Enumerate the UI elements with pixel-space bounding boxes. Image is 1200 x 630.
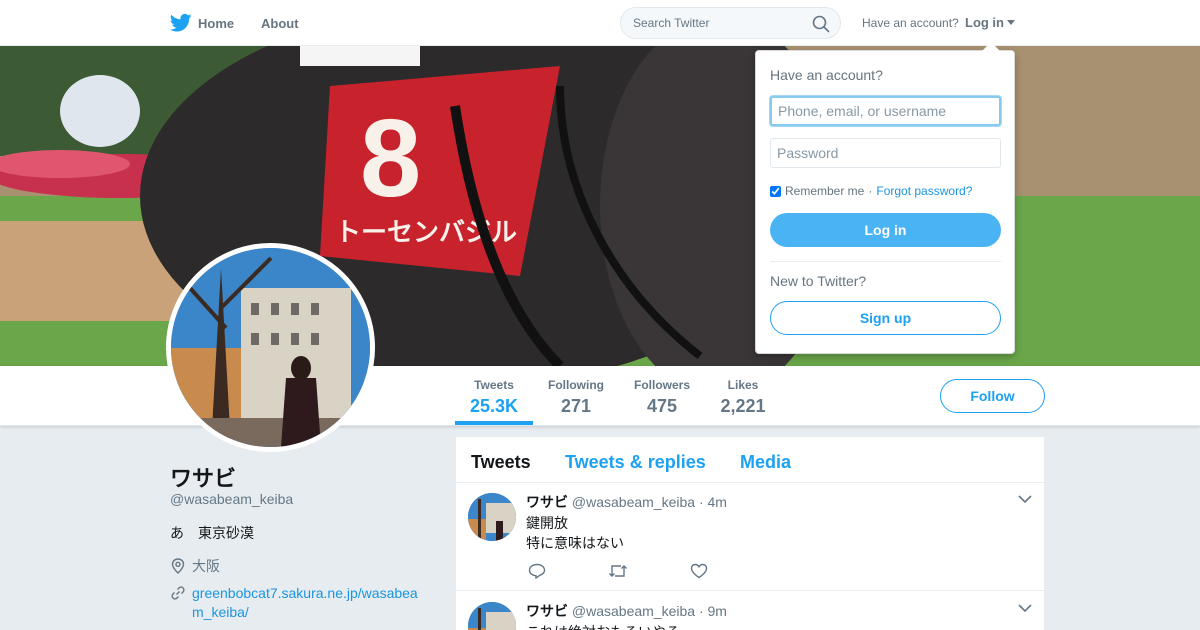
like-icon[interactable] [690, 563, 708, 579]
twitter-bird-icon [170, 13, 192, 32]
forgot-password-link[interactable]: Forgot password? [876, 184, 972, 198]
profile-url[interactable]: greenbobcat7.sakura.ne.jp/wasabeam_keiba… [170, 584, 428, 622]
stat-likes[interactable]: Likes 2,221 [720, 378, 766, 417]
tweet-avatar-image [468, 493, 516, 541]
remember-row: Remember me · Forgot password? [770, 184, 972, 198]
tweet-text-line: これは絶対おもろいやろ [526, 622, 680, 630]
dropdown-caret [982, 42, 1000, 51]
timeline-tabs: Tweets Tweets & replies Media [456, 437, 1044, 483]
stat-tweets[interactable]: Tweets 25.3K [470, 378, 518, 417]
top-nav: Home About Have an account? Log in [0, 0, 1200, 46]
tab-tweets-replies[interactable]: Tweets & replies [565, 452, 706, 473]
remember-me-checkbox[interactable] [770, 185, 781, 197]
tweet-author-name[interactable]: ワサビ [526, 603, 568, 619]
search-box[interactable] [620, 7, 841, 39]
nav-home-link[interactable]: Home [170, 13, 234, 33]
stat-following[interactable]: Following 271 [548, 378, 604, 417]
svg-text:8: 8 [360, 97, 421, 220]
new-to-twitter-text: New to Twitter? [770, 273, 867, 289]
profile-name[interactable]: ワサビ [170, 461, 236, 493]
profile-url-text[interactable]: greenbobcat7.sakura.ne.jp/wasabeam_keiba… [192, 584, 428, 622]
username-field[interactable] [770, 96, 1001, 126]
tweet-time[interactable]: 9m [708, 603, 727, 619]
separator-dot: · [868, 184, 873, 198]
tweet-dot: · [698, 603, 704, 619]
profile-location: 大阪 [170, 556, 220, 576]
tab-tweets[interactable]: Tweets [471, 452, 531, 473]
active-tab-indicator [455, 421, 533, 425]
profile-location-text: 大阪 [192, 558, 220, 574]
dropdown-title: Have an account? [770, 67, 883, 83]
link-icon [171, 586, 185, 600]
nav-about-link[interactable]: About [261, 16, 299, 31]
login-toggle-label: Log in [965, 15, 1004, 30]
chevron-down-icon[interactable] [1018, 494, 1032, 504]
tweet-header: ワサビ @wasabeam_keiba · 4m [526, 492, 727, 512]
remember-me-label[interactable]: Remember me [785, 184, 864, 198]
login-dropdown-toggle[interactable]: Log in [965, 15, 1015, 30]
tweet-actions [528, 563, 708, 579]
profile-handle[interactable]: @wasabeam_keiba [170, 491, 293, 507]
stat-followers-label: Followers [633, 378, 690, 392]
tweet-header: ワサビ @wasabeam_keiba · 9m [526, 601, 727, 621]
nav-home-label: Home [198, 15, 235, 31]
tweet-author-name[interactable]: ワサビ [526, 494, 568, 510]
password-field[interactable] [770, 138, 1001, 168]
stat-likes-label: Likes [727, 378, 759, 392]
tweet-author-handle[interactable]: @wasabeam_keiba [572, 494, 695, 510]
login-button[interactable]: Log in [770, 213, 1001, 247]
stat-followers[interactable]: Followers 475 [633, 378, 691, 417]
tweet-item[interactable]: ワサビ @wasabeam_keiba · 4m 鍵開放 特に意味はない [456, 483, 1044, 591]
chevron-down-icon[interactable] [1018, 603, 1032, 613]
avatar[interactable] [166, 243, 375, 452]
login-dropdown: Have an account? Remember me · Forgot pa… [755, 42, 1015, 354]
divider [770, 261, 1001, 262]
stat-followers-value: 475 [646, 396, 678, 416]
tab-media[interactable]: Media [740, 452, 791, 473]
stat-likes-value: 2,221 [720, 396, 766, 416]
signup-button[interactable]: Sign up [770, 301, 1001, 335]
tweet-avatar[interactable] [468, 493, 516, 541]
tweet-avatar[interactable] [468, 602, 516, 630]
search-input[interactable] [621, 8, 801, 38]
retweet-icon[interactable] [608, 563, 628, 579]
timeline: Tweets Tweets & replies Media ワサビ @wasab… [456, 437, 1044, 630]
stat-tweets-label: Tweets [474, 378, 514, 392]
follow-button[interactable]: Follow [940, 379, 1045, 413]
tweet-time[interactable]: 4m [708, 494, 727, 510]
profile-bio: あ 東京砂漠 [170, 525, 254, 541]
stat-following-label: Following [548, 378, 604, 392]
have-account-text: Have an account? [862, 16, 959, 30]
tweet-text-line: 鍵開放 [526, 515, 568, 531]
search-icon[interactable] [812, 15, 830, 33]
tweet-text-line: 特に意味はない [526, 535, 624, 551]
stat-tweets-value: 25.3K [470, 396, 519, 416]
tweet-dot: · [698, 494, 704, 510]
location-pin-icon [171, 558, 185, 574]
caret-down-icon [1007, 19, 1015, 25]
reply-icon[interactable] [528, 563, 546, 579]
stat-following-value: 271 [560, 396, 592, 416]
tweet-item[interactable]: ワサビ @wasabeam_keiba · 9m これは絶対おもろいやろ [456, 592, 1044, 630]
avatar-image [171, 248, 370, 447]
tweet-author-handle[interactable]: @wasabeam_keiba [572, 603, 695, 619]
tweet-avatar-image [468, 602, 516, 630]
